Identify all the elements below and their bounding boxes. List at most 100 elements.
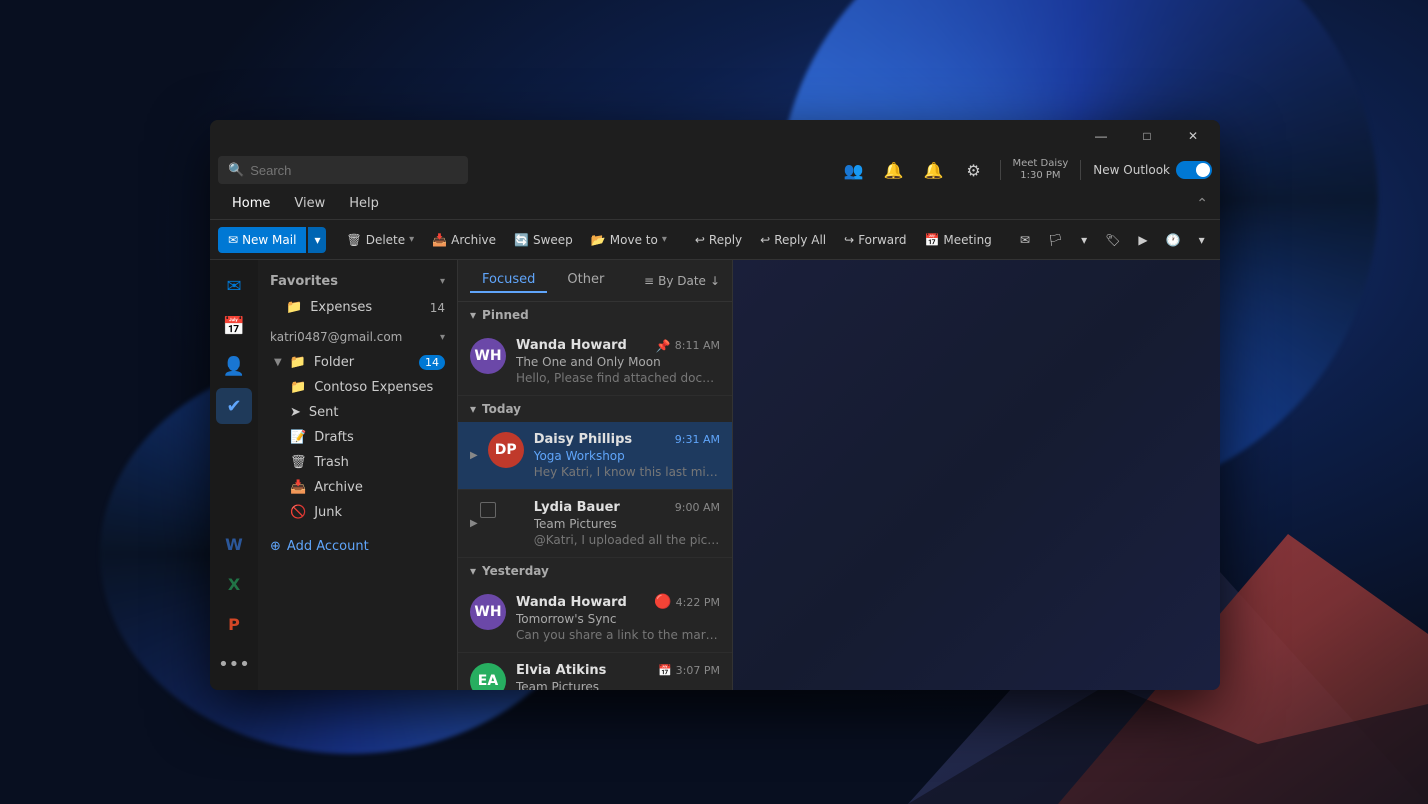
email-content-lydia: Lydia Bauer 9:00 AM Team Pictures @Katri… [534, 500, 720, 547]
avatar-elvia: EA [470, 663, 506, 690]
avatar-daisy: DP [488, 432, 524, 468]
email-preview-lydia: @Katri, I uploaded all the pictures from [534, 533, 720, 547]
email-subject-lydia: Team Pictures [534, 517, 720, 531]
clock-dropdown[interactable]: ▾ [1191, 229, 1213, 251]
sidebar-more-apps-icon[interactable]: ••• [216, 646, 252, 682]
avatar-wanda: WH [470, 338, 506, 374]
outlook-window: — □ ✕ 🔍 👥 🔔 🔔 ⚙ Meet Daisy 1:30 PM New O… [210, 120, 1220, 690]
close-button[interactable]: ✕ [1170, 120, 1216, 152]
nav-drafts[interactable]: 📝 Drafts [258, 425, 457, 450]
folder-main-icon: 📁 [290, 355, 306, 370]
title-bar-controls: — □ ✕ [1078, 120, 1216, 152]
menu-view[interactable]: View [284, 192, 335, 215]
meeting-icon: 📅 [924, 233, 939, 247]
forward-button[interactable]: ↪ Forward [836, 229, 914, 251]
sidebar-word-icon[interactable]: W [216, 526, 252, 562]
email-content-elvia: Elvia Atikins 📅 3:07 PM Team Pictures We… [516, 663, 720, 690]
collapse-icon[interactable]: ⌃ [1196, 196, 1208, 212]
filter-icon: ≡ [644, 274, 654, 288]
sidebar-people-icon[interactable]: 👤 [216, 348, 252, 384]
favorites-chevron: ▾ [440, 276, 445, 287]
meeting-button[interactable]: 📅 Meeting [916, 229, 999, 251]
pinned-section-header[interactable]: ▾ Pinned [458, 302, 732, 328]
email-list-tabs: Focused Other ≡ By Date ↓ [458, 260, 732, 302]
alert-icon[interactable]: 🔔 [920, 156, 948, 184]
nav-junk[interactable]: 🚫 Junk [258, 500, 457, 525]
sweep-button[interactable]: 🔄 Sweep [506, 229, 581, 251]
thread-expand-lydia: ▶ [470, 518, 478, 529]
yesterday-chevron: ▾ [470, 564, 476, 578]
email-content: Wanda Howard 📌 8:11 AM The One and Only … [516, 338, 720, 385]
email-item-wanda-pinned[interactable]: WH Wanda Howard 📌 8:11 AM The One and On… [458, 328, 732, 396]
search-box[interactable]: 🔍 [218, 156, 468, 184]
sidebar-powerpoint-icon[interactable]: P [216, 606, 252, 642]
nav-panel: Favorites ▾ 📁 Expenses 14 katri0487@gmai… [258, 260, 458, 690]
menu-bar: Home View Help ⌃ [210, 188, 1220, 220]
email-sender-wanda-sync: Wanda Howard 🔴 4:22 PM [516, 594, 720, 610]
notification-icon[interactable]: 🔔 [880, 156, 908, 184]
flag-button[interactable]: 🏳 [1040, 229, 1071, 251]
rules-button[interactable]: ▶ [1130, 229, 1155, 251]
menu-help[interactable]: Help [339, 192, 389, 215]
email-content-daisy: Daisy Phillips 9:31 AM Yoga Workshop Hey… [534, 432, 720, 479]
people-badge-icon[interactable]: 👥 [840, 156, 868, 184]
email-item-wanda-sync[interactable]: WH Wanda Howard 🔴 4:22 PM Tomorrow's Syn… [458, 584, 732, 653]
sidebar-excel-icon[interactable]: X [216, 566, 252, 602]
nav-archive[interactable]: 📥 Archive [258, 475, 457, 500]
reply-button[interactable]: ↩ Reply [687, 229, 750, 251]
settings-icon[interactable]: ⚙ [960, 156, 988, 184]
email-item-elvia[interactable]: EA Elvia Atikins 📅 3:07 PM Team Pictures… [458, 653, 732, 690]
nav-contoso-expenses[interactable]: 📁 Contoso Expenses [258, 375, 457, 400]
today-section-header[interactable]: ▾ Today [458, 396, 732, 422]
clock-button[interactable]: 🕐 [1158, 229, 1189, 251]
account-header[interactable]: katri0487@gmail.com ▾ [258, 324, 457, 350]
nav-folder[interactable]: ▼ 📁 Folder 14 [258, 350, 457, 375]
sidebar-icons: ✉ 📅 👤 ✔ W X P ••• [210, 260, 258, 690]
menu-home[interactable]: Home [222, 192, 280, 215]
delete-button[interactable]: 🗑 Delete ▾ [338, 229, 422, 251]
top-area: 🔍 👥 🔔 🔔 ⚙ Meet Daisy 1:30 PM New Outlook [210, 152, 1220, 188]
view-button[interactable]: ⊞ [1215, 229, 1220, 251]
favorites-header[interactable]: Favorites ▾ [258, 268, 457, 295]
new-mail-dropdown[interactable]: ▾ [308, 227, 326, 253]
sort-button[interactable]: ≡ By Date ↓ [644, 274, 720, 288]
contoso-folder-icon: 📁 [290, 380, 306, 395]
add-account-button[interactable]: ⊕ Add Account [258, 533, 457, 560]
flag-icon: 🔴 [654, 594, 671, 610]
mail-actions-btn[interactable]: ✉ [1012, 229, 1038, 251]
new-mail-button[interactable]: ✉ New Mail [218, 227, 306, 253]
email-item-lydia[interactable]: ▶ Lydia Bauer 9:00 AM Team Pictures @Kat… [458, 490, 732, 558]
flag-dropdown[interactable]: ▾ [1073, 229, 1095, 251]
email-item-daisy[interactable]: ▶ DP Daisy Phillips 9:31 AM Yoga Worksho… [458, 422, 732, 490]
email-subject-elvia: Team Pictures [516, 680, 720, 690]
sidebar-mail-icon[interactable]: ✉ [216, 268, 252, 304]
nav-sent[interactable]: ➤ Sent [258, 400, 457, 425]
sweep-icon: 🔄 [514, 233, 529, 247]
email-sender: Wanda Howard 📌 8:11 AM [516, 338, 720, 353]
delete-dropdown[interactable]: ▾ [409, 234, 414, 245]
add-icon: ⊕ [270, 539, 281, 554]
folder-expand-icon: ▼ [274, 357, 282, 368]
archive-button[interactable]: 📥 Archive [424, 229, 504, 251]
tab-focused[interactable]: Focused [470, 268, 547, 293]
forward-icon: ↪ [844, 233, 854, 247]
compose-icon: ✉ [228, 233, 238, 247]
search-input[interactable] [250, 163, 458, 178]
move-to-button[interactable]: 📂 Move to ▾ [583, 229, 675, 251]
move-dropdown[interactable]: ▾ [662, 234, 667, 245]
nav-item-expenses[interactable]: 📁 Expenses 14 [258, 295, 457, 320]
reply-all-button[interactable]: ↩ Reply All [752, 229, 834, 251]
maximize-button[interactable]: □ [1124, 120, 1170, 152]
sidebar-calendar-icon[interactable]: 📅 [216, 308, 252, 344]
nav-trash[interactable]: 🗑 Trash [258, 450, 457, 475]
yesterday-section-header[interactable]: ▾ Yesterday [458, 558, 732, 584]
minimize-button[interactable]: — [1078, 120, 1124, 152]
email-checkbox-lydia[interactable] [480, 502, 496, 518]
pinned-chevron: ▾ [470, 308, 476, 322]
category-button[interactable]: 🏷 [1097, 229, 1128, 251]
drafts-icon: 📝 [290, 430, 306, 445]
sidebar-tasks-icon[interactable]: ✔ [216, 388, 252, 424]
new-outlook-switch[interactable] [1176, 161, 1212, 179]
email-sender-lydia: Lydia Bauer 9:00 AM [534, 500, 720, 515]
tab-other[interactable]: Other [555, 268, 616, 293]
